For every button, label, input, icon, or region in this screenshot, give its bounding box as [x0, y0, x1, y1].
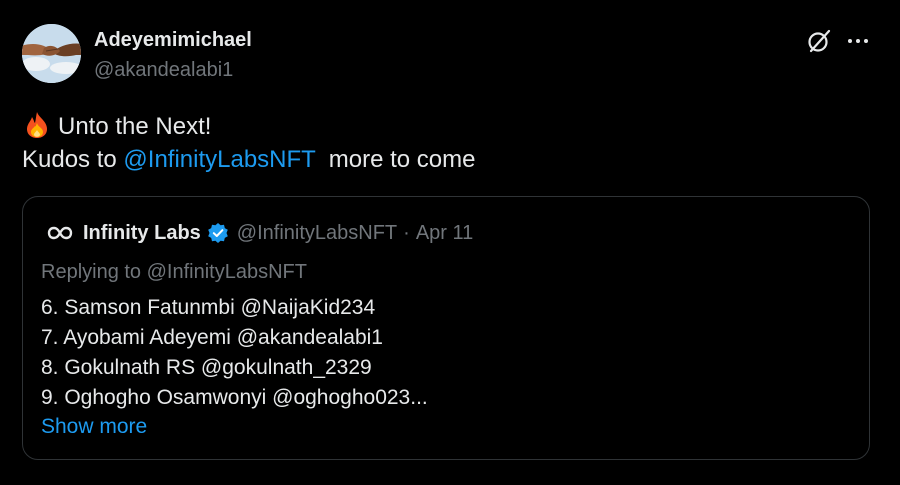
quoted-author-handle[interactable]: @InfinityLabsNFT [237, 222, 397, 245]
separator-dot: · [403, 221, 410, 244]
tweet-text-line-2: Kudos to @InfinityLabsNFT more to come [22, 144, 475, 176]
quoted-tweet-text: 6. Samson Fatunmbi @NaijaKid234 7. Ayoba… [41, 293, 428, 413]
list-item: 7. Ayobami Adeyemi @akandealabi1 [41, 326, 383, 349]
tweet: Adeyemimichael @akandealabi1 Unto the Ne… [0, 0, 900, 485]
author-display-name[interactable]: Adeyemimichael [94, 28, 252, 52]
tweet-text-prefix: Kudos to [22, 146, 124, 173]
mention-link[interactable]: @InfinityLabsNFT [123, 146, 315, 173]
quoted-tweet-card[interactable]: Infinity Labs @InfinityLabsNFT · Apr 11 … [22, 196, 870, 460]
list-item: 6. Samson Fatunmbi @NaijaKid234 [41, 296, 376, 319]
quoted-author-name[interactable]: Infinity Labs [83, 222, 201, 245]
fire-icon [22, 110, 52, 140]
quoted-tweet-date[interactable]: Apr 11 [416, 222, 473, 245]
quoted-tweet-header: Infinity Labs @InfinityLabsNFT · Apr 11 [47, 219, 473, 247]
show-more-link[interactable]: Show more [41, 415, 147, 439]
avatar-image [22, 24, 81, 83]
author-handle[interactable]: @akandealabi1 [94, 58, 233, 82]
replying-to-label: Replying to @InfinityLabsNFT [41, 261, 307, 283]
avatar[interactable] [22, 24, 81, 83]
grok-icon[interactable] [806, 28, 832, 54]
verified-badge-icon [207, 223, 228, 243]
tweet-text-headline: Unto the Next! [58, 113, 212, 140]
infinity-logo-icon [47, 226, 73, 240]
more-icon[interactable] [845, 28, 871, 54]
tweet-text-line-1: Unto the Next! [22, 110, 211, 143]
tweet-text-suffix: more to come [315, 146, 476, 173]
list-item: 8. Gokulnath RS @gokulnath_2329 [41, 356, 372, 379]
list-item: 9. Oghogho Osamwonyi @oghogho023... [41, 386, 428, 409]
